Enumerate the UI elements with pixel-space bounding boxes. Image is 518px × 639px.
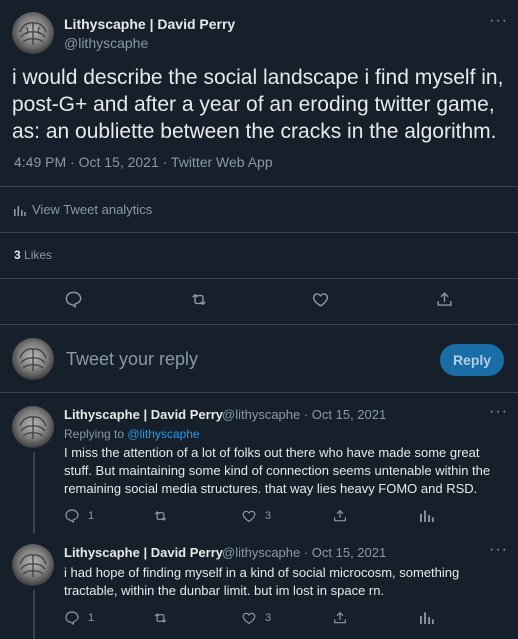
- reply-count: 1: [88, 510, 95, 522]
- like-button[interactable]: [311, 290, 330, 309]
- reply-author-name[interactable]: Lithyscaphe | David Perry: [64, 407, 223, 422]
- heart-icon: [312, 293, 329, 307]
- brain-avatar-image: [19, 554, 47, 577]
- reply-button[interactable]: 1: [64, 610, 94, 626]
- share-icon: [334, 611, 346, 624]
- reply-count: 1: [88, 612, 95, 624]
- analytics-icon: [14, 205, 26, 216]
- reply-author-avatar[interactable]: [12, 544, 54, 586]
- thread-connector: [33, 590, 35, 639]
- likes-count: 3: [14, 248, 21, 262]
- likes-stat[interactable]: 3 Likes: [14, 248, 52, 262]
- reply-meta[interactable]: @lithyscaphe · Oct 15, 2021: [222, 545, 386, 560]
- brain-avatar-image: [19, 22, 47, 45]
- replying-to-label: Replying to: [64, 427, 125, 441]
- tweet-timestamp[interactable]: 4:49 PM · Oct 15, 2021 · Twitter Web App: [14, 154, 273, 170]
- analytics-label: View Tweet analytics: [32, 202, 153, 217]
- reply-icon: [65, 291, 82, 309]
- retweet-button[interactable]: [189, 290, 209, 309]
- reply-button[interactable]: [64, 290, 83, 309]
- retweet-icon: [192, 293, 206, 306]
- reply-author-name[interactable]: Lithyscaphe | David Perry: [64, 545, 223, 560]
- replying-to-handle[interactable]: @lithyscaphe: [127, 427, 199, 441]
- analytics-icon: [420, 510, 434, 522]
- share-icon: [437, 292, 452, 306]
- divider: [0, 278, 518, 279]
- replying-to: Replying to @lithyscaphe: [64, 427, 200, 441]
- reply-input[interactable]: Tweet your reply: [66, 349, 198, 370]
- reply-button[interactable]: 1: [64, 508, 94, 524]
- reply-meta[interactable]: @lithyscaphe · Oct 15, 2021: [222, 407, 386, 422]
- view-analytics-link[interactable]: View Tweet analytics: [14, 202, 152, 217]
- brain-avatar-image: [19, 416, 47, 439]
- divider: [0, 232, 518, 233]
- share-button[interactable]: [332, 610, 348, 626]
- brain-avatar-image: [19, 348, 47, 371]
- author-avatar[interactable]: [12, 12, 54, 54]
- like-button[interactable]: 3: [241, 610, 271, 626]
- likes-label: Likes: [24, 248, 53, 262]
- share-button[interactable]: [332, 508, 348, 524]
- more-options-icon[interactable]: ···: [489, 12, 508, 30]
- share-button[interactable]: [435, 290, 454, 309]
- reply-author-avatar[interactable]: [12, 406, 54, 448]
- analytics-icon: [420, 612, 434, 624]
- heart-icon: [242, 510, 256, 523]
- heart-icon: [242, 612, 256, 625]
- more-options-icon[interactable]: ···: [489, 403, 508, 421]
- share-icon: [334, 509, 346, 522]
- reply-text: i had hope of finding myself in a kind o…: [64, 565, 460, 598]
- retweet-icon: [154, 511, 167, 521]
- analytics-button[interactable]: [420, 508, 434, 522]
- divider: [0, 324, 518, 325]
- author-name[interactable]: Lithyscaphe | David Perry: [64, 16, 235, 32]
- like-count: 3: [265, 612, 272, 624]
- author-handle[interactable]: @lithyscaphe: [64, 35, 148, 51]
- retweet-button[interactable]: [152, 508, 169, 524]
- tweet-text: i would describe the social landscape i …: [12, 66, 504, 143]
- retweet-button[interactable]: [152, 610, 169, 626]
- user-avatar[interactable]: [12, 338, 54, 380]
- more-options-icon[interactable]: ···: [489, 541, 508, 559]
- reply-submit-button[interactable]: Reply: [440, 344, 504, 376]
- divider: [0, 186, 518, 187]
- reply-icon: [65, 611, 79, 626]
- like-count: 3: [265, 510, 272, 522]
- reply-text: I miss the attention of a lot of folks o…: [64, 445, 491, 496]
- reply-icon: [65, 509, 79, 524]
- retweet-icon: [154, 613, 167, 623]
- divider: [0, 392, 518, 393]
- thread-connector: [33, 452, 35, 534]
- analytics-button[interactable]: [420, 610, 434, 624]
- like-button[interactable]: 3: [241, 508, 271, 524]
